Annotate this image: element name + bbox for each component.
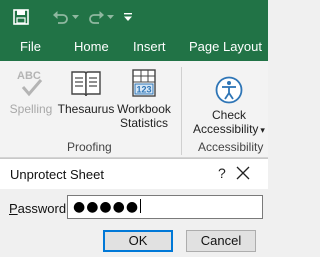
- password-label: Password:: [9, 201, 70, 216]
- check-accessibility-button[interactable]: Check Accessibility ▾: [190, 75, 268, 137]
- group-label-accessibility: Accessibility: [198, 140, 264, 154]
- text-caret: [140, 199, 142, 213]
- cancel-button[interactable]: Cancel: [186, 230, 256, 252]
- title-bar: [0, 0, 268, 35]
- undo-icon[interactable]: [50, 8, 72, 26]
- statistics-icon: 123: [127, 67, 161, 99]
- save-icon[interactable]: [12, 8, 30, 26]
- customize-qat-icon[interactable]: [122, 8, 134, 26]
- check-accessibility-label-line1: Check: [211, 108, 246, 122]
- spelling-label: Spelling: [9, 102, 53, 116]
- redo-dropdown-icon[interactable]: [106, 8, 114, 26]
- tab-page-layout[interactable]: Page Layout: [189, 39, 262, 54]
- help-button[interactable]: ?: [218, 165, 226, 181]
- tab-file[interactable]: File: [20, 39, 41, 54]
- tab-insert[interactable]: Insert: [133, 39, 166, 54]
- chevron-down-icon: ▾: [260, 125, 265, 135]
- thesaurus-button[interactable]: Thesaurus: [57, 67, 115, 116]
- ribbon-tab-bar: File Home Insert Page Layout: [0, 35, 268, 61]
- check-accessibility-label-text: Accessibility: [193, 122, 259, 136]
- tab-home[interactable]: Home: [74, 39, 109, 54]
- unprotect-sheet-dialog: Unprotect Sheet ? Password: ●●●●● OK Can…: [0, 158, 268, 257]
- ribbon-panel: ABC Spelling Thesaurus 123 Workbook Stat…: [0, 61, 268, 158]
- spelling-button[interactable]: ABC Spelling: [6, 67, 56, 116]
- undo-dropdown-icon[interactable]: [71, 8, 79, 26]
- ok-button[interactable]: OK: [103, 230, 173, 252]
- spelling-abc-text: ABC: [17, 70, 41, 82]
- workbook-statistics-button[interactable]: 123 Workbook Statistics: [114, 67, 174, 130]
- group-divider: [181, 67, 182, 155]
- group-label-proofing: Proofing: [67, 140, 112, 154]
- spelling-check-icon: ABC: [14, 67, 48, 99]
- password-value: ●●●●●: [73, 199, 140, 215]
- workbook-statistics-label-line2: Statistics: [119, 116, 168, 130]
- check-accessibility-label-line2: Accessibility ▾: [190, 122, 268, 137]
- dialog-title-bar: Unprotect Sheet ?: [0, 159, 268, 189]
- dialog-title: Unprotect Sheet: [10, 167, 104, 182]
- thesaurus-label: Thesaurus: [57, 102, 115, 116]
- password-label-accelerator: P: [9, 201, 18, 216]
- accessibility-icon: [214, 75, 244, 105]
- statistics-icon-text: 123: [136, 85, 151, 95]
- close-icon[interactable]: [236, 166, 250, 180]
- book-icon: [69, 67, 103, 99]
- password-label-rest: assword:: [17, 201, 70, 216]
- workbook-statistics-label-line1: Workbook: [117, 102, 171, 116]
- redo-icon[interactable]: [85, 8, 107, 26]
- password-input[interactable]: ●●●●●: [67, 195, 263, 219]
